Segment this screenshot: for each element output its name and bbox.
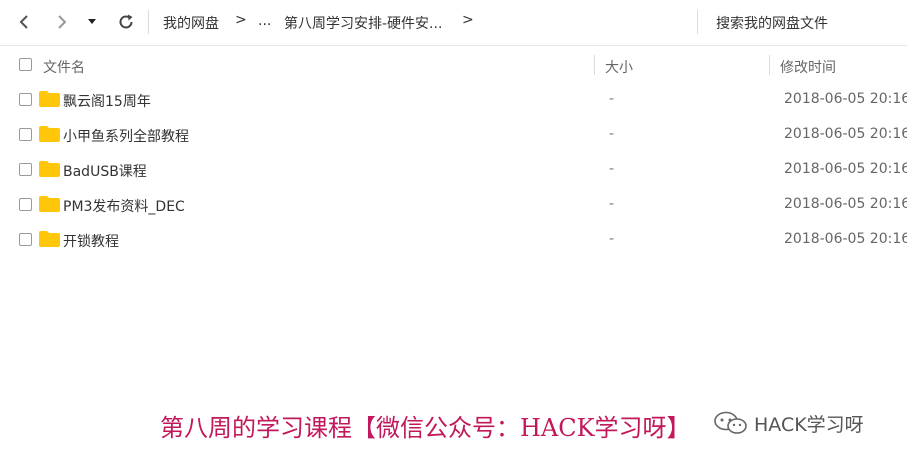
file-row[interactable]: 飘云阁15周年 - 2018-06-05 20:16 <box>0 82 907 117</box>
toolbar-divider <box>148 10 149 34</box>
forward-button[interactable] <box>50 10 74 34</box>
overlay-caption: 第八周的学习课程【微信公众号：HACK学习呀】 <box>160 414 691 442</box>
select-all-checkbox[interactable] <box>19 58 32 71</box>
file-size: - <box>609 231 615 247</box>
file-name[interactable]: 小甲鱼系列全部教程 <box>63 126 189 146</box>
folder-icon <box>39 91 60 107</box>
column-modified-header[interactable]: 修改时间 <box>780 57 836 77</box>
file-size: - <box>609 196 615 212</box>
search-divider <box>697 10 698 34</box>
file-size: - <box>609 161 615 177</box>
chevron-left-icon <box>19 15 28 29</box>
row-checkbox[interactable] <box>19 198 32 211</box>
file-row[interactable]: 小甲鱼系列全部教程 - 2018-06-05 20:16 <box>0 117 907 152</box>
file-row[interactable]: PM3发布资料_DEC - 2018-06-05 20:16 <box>0 187 907 222</box>
column-size-header[interactable]: 大小 <box>605 57 633 77</box>
column-divider[interactable] <box>594 55 595 75</box>
breadcrumb-root[interactable]: 我的网盘 <box>163 13 219 33</box>
file-modified-time: 2018-06-05 20:16 <box>784 196 907 212</box>
breadcrumb-separator-end: > <box>462 12 474 28</box>
search-input[interactable]: 搜索我的网盘文件 <box>716 13 828 33</box>
folder-icon <box>39 161 60 177</box>
watermark-text: HACK学习呀 <box>754 413 864 436</box>
column-name-header[interactable]: 文件名 <box>43 57 85 77</box>
file-modified-time: 2018-06-05 20:16 <box>784 231 907 247</box>
caret-down-icon <box>88 19 96 24</box>
file-modified-time: 2018-06-05 20:16 <box>784 126 907 142</box>
row-checkbox[interactable] <box>19 163 32 176</box>
file-name[interactable]: 飘云阁15周年 <box>63 91 151 111</box>
file-size: - <box>609 126 615 142</box>
history-dropdown-button[interactable] <box>80 10 104 34</box>
file-row[interactable]: BadUSB课程 - 2018-06-05 20:16 <box>0 152 907 187</box>
folder-icon <box>39 231 60 247</box>
file-name[interactable]: 开锁教程 <box>63 231 119 251</box>
refresh-button[interactable] <box>114 10 138 34</box>
back-button[interactable] <box>12 10 36 34</box>
file-modified-time: 2018-06-05 20:16 <box>784 91 907 107</box>
wechat-icon <box>714 411 747 434</box>
folder-icon <box>39 126 60 142</box>
file-row[interactable]: 开锁教程 - 2018-06-05 20:16 <box>0 222 907 257</box>
refresh-icon <box>119 14 133 29</box>
file-modified-time: 2018-06-05 20:16 <box>784 161 907 177</box>
watermark: HACK学习呀 <box>712 410 864 436</box>
column-divider[interactable] <box>769 55 770 75</box>
row-checkbox[interactable] <box>19 233 32 246</box>
folder-icon <box>39 196 60 212</box>
breadcrumb-current[interactable]: 第八周学习安排-硬件安... <box>284 13 442 33</box>
breadcrumb-ellipsis[interactable]: ... <box>258 13 271 29</box>
file-name[interactable]: BadUSB课程 <box>63 161 147 181</box>
row-checkbox[interactable] <box>19 93 32 106</box>
row-checkbox[interactable] <box>19 128 32 141</box>
navigation-bar: 我的网盘 > ... 第八周学习安排-硬件安... > 搜索我的网盘文件 <box>0 0 907 46</box>
chevron-right-icon <box>58 15 67 29</box>
file-name[interactable]: PM3发布资料_DEC <box>63 196 185 216</box>
file-list-header: 文件名 大小 修改时间 <box>0 47 907 83</box>
breadcrumb-separator: > <box>235 12 247 28</box>
file-size: - <box>609 91 615 107</box>
